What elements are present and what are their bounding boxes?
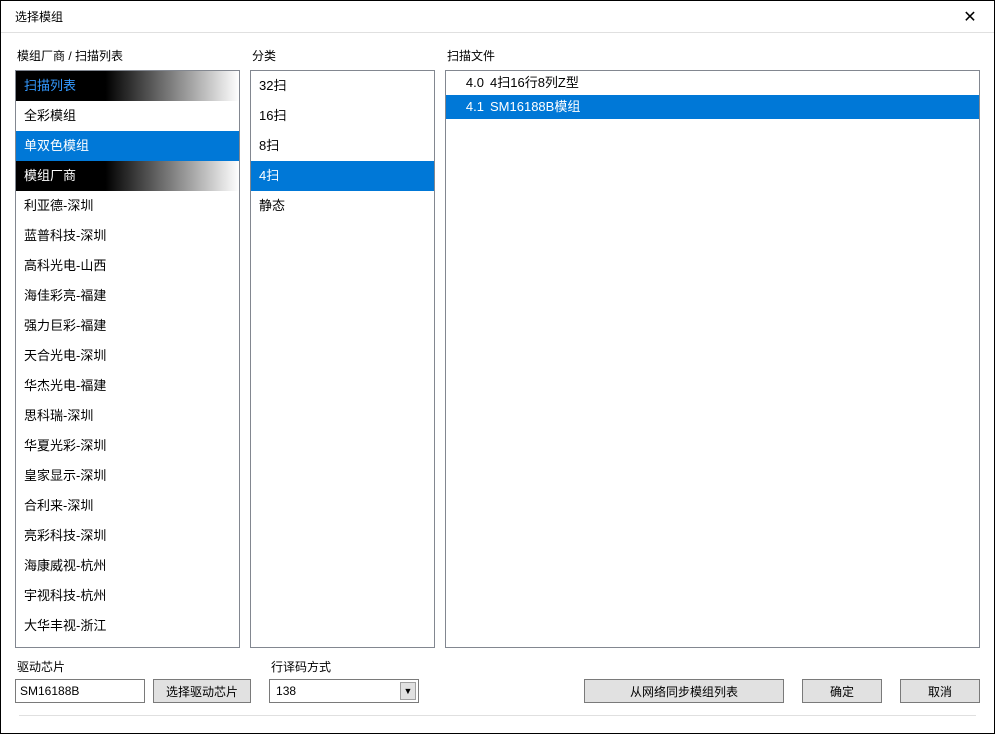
decode-mode-dropdown[interactable]: 138 ▼ <box>269 679 419 703</box>
vendor-list-item[interactable]: 扫描列表 <box>16 71 239 101</box>
footer-separator <box>19 715 976 733</box>
vendor-list-item[interactable]: 亮彩科技-深圳 <box>16 521 239 551</box>
decode-mode-group: 行译码方式 138 ▼ <box>269 658 419 703</box>
vendor-list-item[interactable]: 高科光电-山西 <box>16 251 239 281</box>
sync-from-network-button[interactable]: 从网络同步模组列表 <box>584 679 784 703</box>
vendor-list-item[interactable]: 单双色模组 <box>16 131 239 161</box>
scanfile-item-num: 4.1 <box>456 95 484 119</box>
vendor-header: 模组厂商 / 扫描列表 <box>15 45 240 70</box>
vendor-list-item[interactable]: 海佳彩亮-福建 <box>16 281 239 311</box>
vendor-column: 模组厂商 / 扫描列表 扫描列表全彩模组单双色模组模组厂商利亚德-深圳蓝普科技-… <box>15 45 240 648</box>
vendor-list-item[interactable]: 强力巨彩-福建 <box>16 311 239 341</box>
scanfile-item-label: SM16188B模组 <box>490 99 580 114</box>
category-list-item[interactable]: 16扫 <box>251 101 434 131</box>
vendor-list-item[interactable]: 皇家显示-深圳 <box>16 461 239 491</box>
category-list-item[interactable]: 32扫 <box>251 71 434 101</box>
titlebar: 选择模组 ✕ <box>1 1 994 33</box>
driver-chip-input[interactable] <box>15 679 145 703</box>
scanfile-column: 扫描文件 4.0 4扫16行8列Z型 4.1 SM16188B模组 <box>445 45 980 648</box>
vendor-list-item[interactable]: 华杰光电-福建 <box>16 371 239 401</box>
scanfile-list-item[interactable]: 4.1 SM16188B模组 <box>446 95 979 119</box>
vendor-list-item[interactable]: 天合光电-深圳 <box>16 341 239 371</box>
scanfile-header: 扫描文件 <box>445 45 980 70</box>
vendor-list-item[interactable]: 宇视科技-杭州 <box>16 581 239 611</box>
scanfile-item-num: 4.0 <box>456 71 484 95</box>
close-button[interactable]: ✕ <box>956 3 984 31</box>
bottom-bar: 驱动芯片 选择驱动芯片 行译码方式 138 ▼ 从网络同步模组列表 确定 取消 <box>15 648 980 715</box>
vendor-list-item[interactable]: 利亚德-深圳 <box>16 191 239 221</box>
vendor-list-item[interactable]: 模组厂商 <box>16 161 239 191</box>
scanfile-listbox[interactable]: 4.0 4扫16行8列Z型 4.1 SM16188B模组 <box>445 70 980 648</box>
category-list-item[interactable]: 4扫 <box>251 161 434 191</box>
decode-mode-label: 行译码方式 <box>269 658 419 675</box>
vendor-list-item[interactable]: 蓝普科技-深圳 <box>16 221 239 251</box>
driver-chip-label: 驱动芯片 <box>15 658 251 675</box>
category-column: 分类 32扫16扫8扫4扫静态 <box>250 45 435 648</box>
content-area: 模组厂商 / 扫描列表 扫描列表全彩模组单双色模组模组厂商利亚德-深圳蓝普科技-… <box>1 33 994 733</box>
ok-button[interactable]: 确定 <box>802 679 882 703</box>
vendor-list-item[interactable]: 全彩模组 <box>16 101 239 131</box>
window-title: 选择模组 <box>15 8 956 25</box>
category-list-item[interactable]: 8扫 <box>251 131 434 161</box>
driver-chip-group: 驱动芯片 选择驱动芯片 <box>15 658 251 703</box>
scanfile-list-item[interactable]: 4.0 4扫16行8列Z型 <box>446 71 979 95</box>
category-listbox[interactable]: 32扫16扫8扫4扫静态 <box>250 70 435 648</box>
vendor-list-item[interactable]: 海康威视-杭州 <box>16 551 239 581</box>
vendor-list-item[interactable]: 思科瑞-深圳 <box>16 401 239 431</box>
vendor-list-item[interactable]: 大华丰视-浙江 <box>16 611 239 641</box>
vendor-list-item[interactable]: 合利来-深圳 <box>16 491 239 521</box>
select-driver-chip-button[interactable]: 选择驱动芯片 <box>153 679 251 703</box>
cancel-button[interactable]: 取消 <box>900 679 980 703</box>
scanfile-item-label: 4扫16行8列Z型 <box>490 75 579 90</box>
decode-mode-value: 138 <box>276 684 400 698</box>
vendor-list-item[interactable]: 华夏光彩-深圳 <box>16 431 239 461</box>
vendor-listbox[interactable]: 扫描列表全彩模组单双色模组模组厂商利亚德-深圳蓝普科技-深圳高科光电-山西海佳彩… <box>15 70 240 648</box>
chevron-down-icon: ▼ <box>400 682 416 700</box>
columns: 模组厂商 / 扫描列表 扫描列表全彩模组单双色模组模组厂商利亚德-深圳蓝普科技-… <box>15 45 980 648</box>
dialog-window: 选择模组 ✕ 模组厂商 / 扫描列表 扫描列表全彩模组单双色模组模组厂商利亚德-… <box>0 0 995 734</box>
category-header: 分类 <box>250 45 435 70</box>
category-list-item[interactable]: 静态 <box>251 191 434 221</box>
